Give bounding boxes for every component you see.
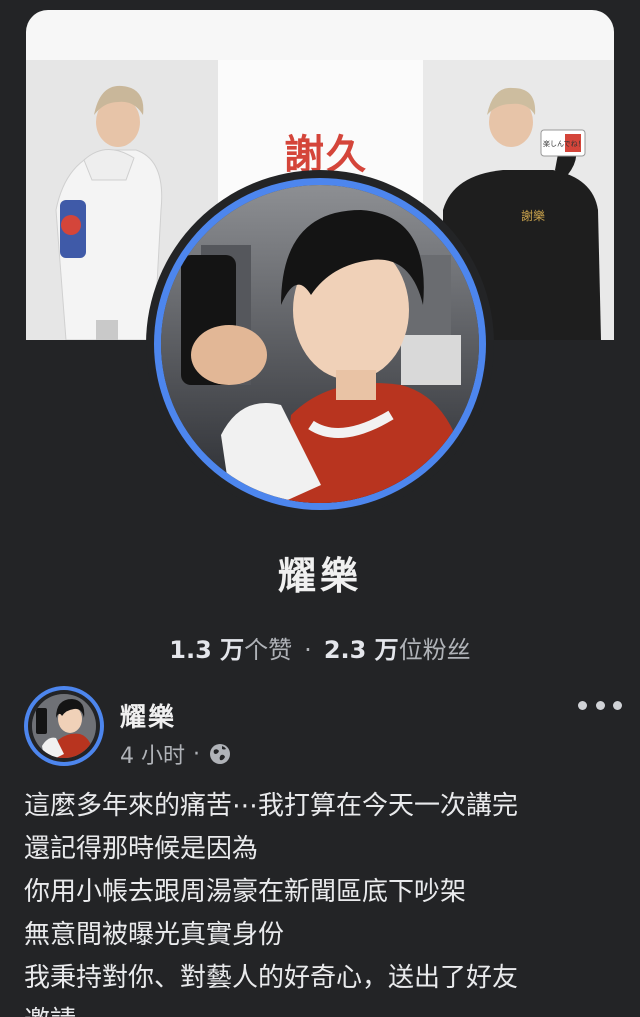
more-options-icon[interactable] — [578, 690, 622, 720]
profile-screen: 謝久 楽しんでね！ 謝樂 耀樂 1.3 万个赞 · 2.3 万位粉丝 耀樂 4 … — [0, 0, 640, 1017]
post-line: 還記得那時候是因為 — [24, 834, 259, 864]
post-line: 這麼多年來的痛苦⋯我打算在今天一次講完 — [24, 791, 519, 821]
post-author-picture — [32, 694, 96, 758]
profile-picture — [161, 185, 479, 503]
globe-icon[interactable] — [208, 742, 232, 766]
followers-label: 位粉丝 — [398, 636, 471, 664]
story-ring — [154, 178, 486, 510]
page-title: 耀樂 — [277, 554, 362, 598]
page-stats: 1.3 万个赞 · 2.3 万位粉丝 — [0, 630, 640, 665]
post-line: 無意間被曝光真實身份 — [24, 920, 285, 950]
stats-separator: · — [304, 636, 312, 664]
post-line: 你用小帳去跟周湯豪在新聞區底下吵架 — [24, 877, 467, 907]
post-meta: 4 小时 · — [120, 738, 232, 770]
post-author-avatar[interactable] — [24, 686, 104, 766]
post-timestamp[interactable]: 4 小时 — [120, 738, 185, 770]
post-line: 我秉持對你、對藝人的好奇心，送出了好友 — [24, 963, 519, 993]
shirt-logo-text: 謝樂 — [521, 208, 545, 223]
cover-sign-text: 楽しんでね！ — [543, 139, 585, 148]
post-line: 邀請 — [24, 1000, 624, 1017]
post-author-name[interactable]: 耀樂 — [120, 697, 176, 734]
likes-count: 1.3 万 — [169, 636, 245, 664]
meta-separator: · — [193, 741, 200, 767]
likes-label: 个赞 — [244, 636, 293, 664]
followers-count: 2.3 万 — [323, 636, 399, 664]
post-text: 這麼多年來的痛苦⋯我打算在今天一次講完 還記得那時候是因為 你用小帳去跟周湯豪在… — [24, 785, 624, 1017]
profile-avatar[interactable] — [146, 170, 494, 518]
